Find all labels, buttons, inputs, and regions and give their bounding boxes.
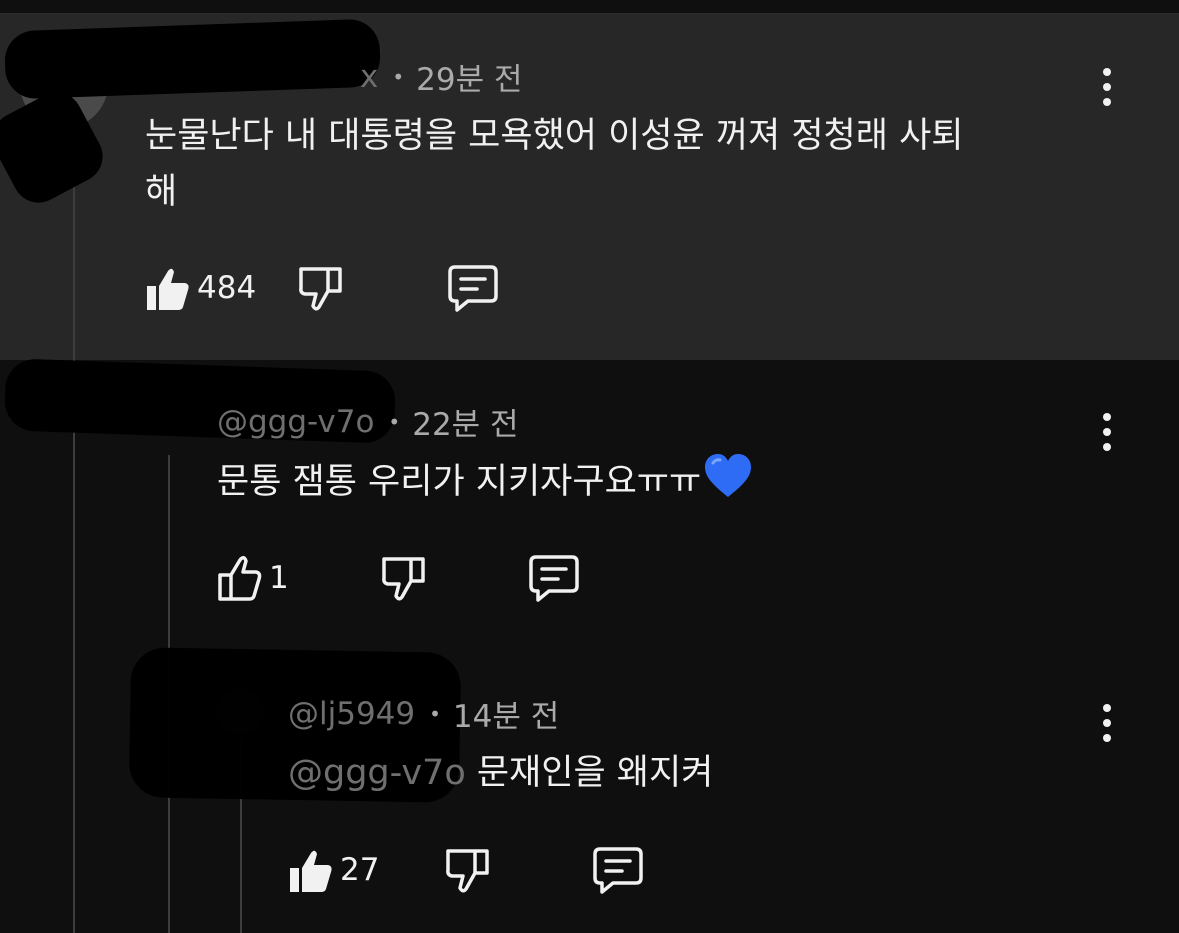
thumbs-up-filled-icon[interactable]	[145, 263, 191, 313]
comment-text-line: 문재인을 왜지켜	[465, 753, 714, 793]
more-vert-icon[interactable]	[1087, 62, 1127, 112]
comment-author[interactable]: @ggg-v7o	[217, 404, 374, 440]
separator-dot: •	[392, 64, 405, 89]
like-count: 27	[340, 852, 380, 888]
thumbs-down-icon[interactable]	[445, 845, 491, 895]
comment-actions: 1	[217, 553, 581, 603]
reply-comment-icon[interactable]	[527, 553, 581, 603]
comment-text: 문통 잼통 우리가 지키자구요ㅠㅠ	[217, 453, 753, 516]
thumbs-up-outline-icon[interactable]	[217, 553, 263, 603]
like-count: 484	[197, 270, 257, 306]
like-count: 1	[269, 560, 289, 596]
comment-meta: @lj5949 • 14분 전	[288, 691, 559, 736]
comment-actions: 484	[145, 263, 500, 313]
comment-actions: 27	[288, 845, 645, 895]
comment-text-line: 해	[145, 172, 178, 212]
more-vert-icon[interactable]	[1087, 698, 1127, 748]
comment-meta: x • 29분 전	[145, 54, 523, 99]
comment-meta: @ggg-v7o • 22분 전	[217, 399, 519, 444]
more-vert-icon[interactable]	[1087, 407, 1127, 457]
comment-author[interactable]: x	[360, 59, 378, 95]
reply-comment-icon[interactable]	[446, 263, 500, 313]
thumbs-down-icon[interactable]	[381, 553, 427, 603]
blue-heart-icon	[703, 453, 753, 516]
thumbs-down-icon[interactable]	[298, 263, 344, 313]
comment-author[interactable]: @lj5949	[288, 696, 415, 732]
thread-line-main	[73, 120, 75, 933]
separator-dot: •	[388, 409, 401, 434]
comment-time: 14분 전	[452, 699, 560, 735]
comment-time: 22분 전	[412, 407, 519, 443]
comment-text: 눈물난다 내 대통령을 모욕했어 이성윤 꺼져 정청래 사퇴 해	[145, 108, 963, 220]
comment-time: 29분 전	[416, 62, 523, 98]
separator-dot: •	[429, 701, 441, 726]
top-divider	[0, 0, 1179, 15]
comment-text-line: 문통 잼통 우리가 지키자구요ㅠㅠ	[217, 462, 702, 502]
comment-text: @ggg-v7o 문재인을 왜지켜	[288, 745, 713, 801]
reply-comment-icon[interactable]	[591, 845, 645, 895]
comment-text-line: 눈물난다 내 대통령을 모욕했어 이성윤 꺼져 정청래 사퇴	[145, 116, 964, 156]
reply-mention[interactable]: @ggg-v7o	[288, 753, 466, 793]
thumbs-up-filled-icon[interactable]	[288, 845, 334, 895]
